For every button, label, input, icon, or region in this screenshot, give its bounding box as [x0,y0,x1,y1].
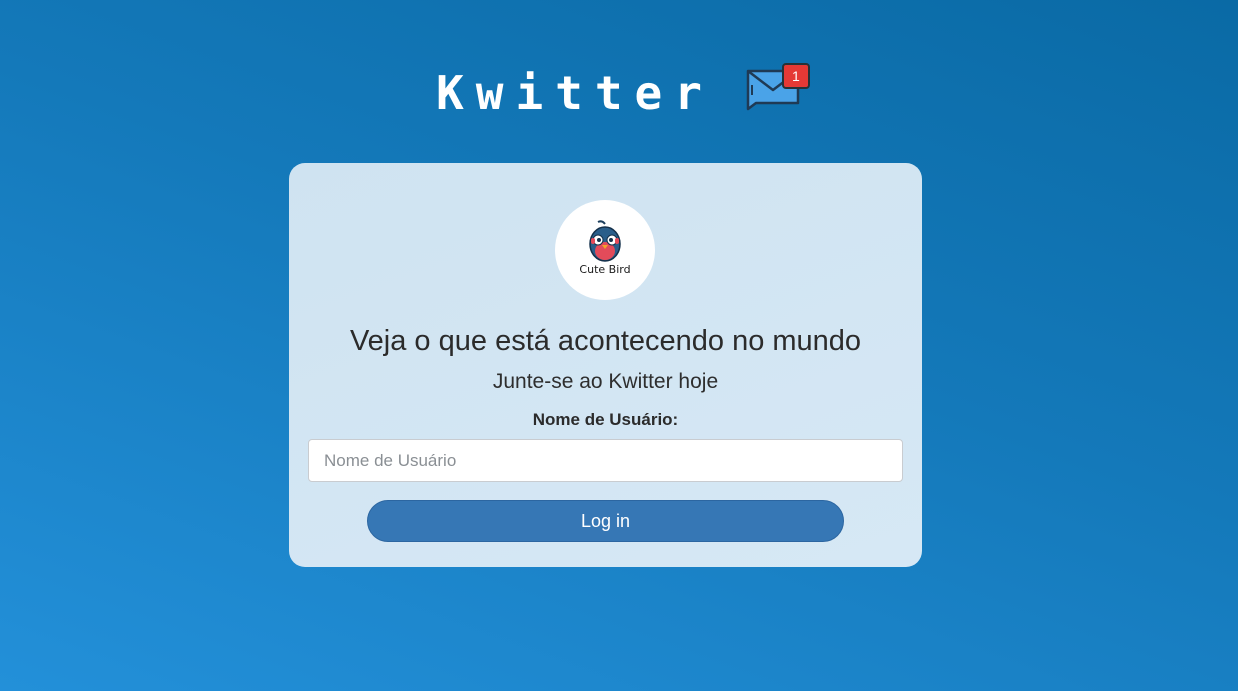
notification-badge: 1 [781,63,810,89]
login-card: Cute Bird Veja o que está acontecendo no… [289,163,922,567]
app-title: Kwitter [436,66,714,120]
bird-logo-icon [589,220,621,262]
page-subheadline: Junte-se ao Kwitter hoje [492,370,719,393]
username-input[interactable] [308,439,903,482]
login-button[interactable]: Log in [367,500,844,542]
username-label: Nome de Usuário: [532,410,679,429]
mail-notification[interactable]: 1 [744,57,812,117]
logo-avatar: Cute Bird [555,200,655,300]
brand-group: Kwitter 1 [426,48,812,138]
logo-text: Cute Bird [579,263,631,276]
page-headline: Veja o que está acontecendo no mundo [349,325,862,357]
app-header: Kwitter 1 [0,48,1238,138]
